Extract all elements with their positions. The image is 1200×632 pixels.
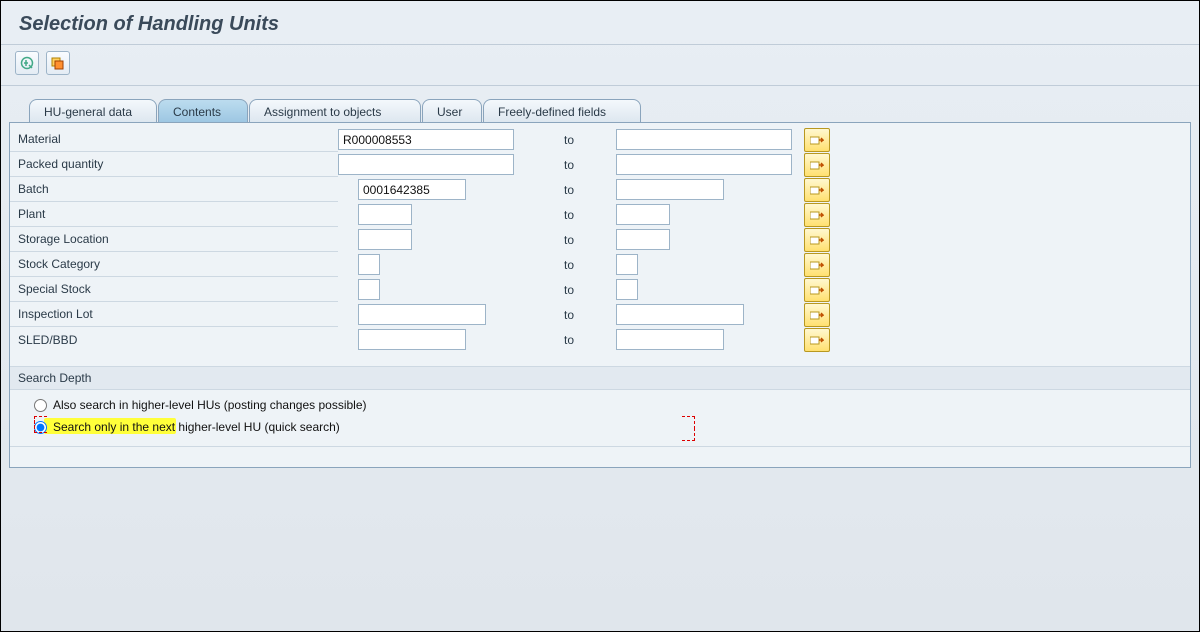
plant-to-input[interactable] xyxy=(616,204,670,225)
special-stock-multiselect-button[interactable] xyxy=(804,278,830,302)
tab-panel-contents: Material to Packed quantity to xyxy=(9,122,1191,468)
plant-multiselect-button[interactable] xyxy=(804,203,830,227)
page-title: Selection of Handling Units xyxy=(1,1,1199,45)
sled-bbd-multiselect-button[interactable] xyxy=(804,328,830,352)
field-label-storage-location: Storage Location xyxy=(10,227,338,252)
field-label-packed-quantity: Packed quantity xyxy=(10,152,338,177)
storage-location-from-input[interactable] xyxy=(358,229,412,250)
packed-quantity-from-input[interactable] xyxy=(338,154,514,175)
radio-label: Also search in higher-level HUs (posting… xyxy=(53,398,367,412)
to-label: to xyxy=(550,258,588,272)
special-stock-from-input[interactable] xyxy=(358,279,380,300)
field-label-stock-category: Stock Category xyxy=(10,252,338,277)
sled-bbd-from-input[interactable] xyxy=(358,329,466,350)
tab-label: Freely-defined fields xyxy=(498,105,606,119)
field-label-sled-bbd: SLED/BBD xyxy=(10,328,338,352)
radio-higher-level-hus-input[interactable] xyxy=(34,399,47,412)
search-depth-group: Search Depth Also search in higher-level… xyxy=(10,366,1190,447)
tab-label: Assignment to objects xyxy=(264,105,381,119)
field-label-inspection-lot: Inspection Lot xyxy=(10,302,338,327)
tab-label: User xyxy=(437,105,462,119)
batch-to-input[interactable] xyxy=(616,179,724,200)
tab-assignment-to-objects[interactable]: Assignment to objects xyxy=(249,99,421,123)
radio-higher-level-hus[interactable]: Also search in higher-level HUs (posting… xyxy=(34,394,1182,416)
search-depth-title: Search Depth xyxy=(10,367,1190,390)
to-label: to xyxy=(550,333,588,347)
toolbar xyxy=(1,45,1199,86)
execute-button[interactable] xyxy=(15,51,39,75)
packed-quantity-multiselect-button[interactable] xyxy=(804,153,830,177)
tab-hu-general-data[interactable]: HU-general data xyxy=(29,99,157,123)
inspection-lot-multiselect-button[interactable] xyxy=(804,303,830,327)
tab-freely-defined-fields[interactable]: Freely-defined fields xyxy=(483,99,641,123)
to-label: to xyxy=(550,233,588,247)
batch-multiselect-button[interactable] xyxy=(804,178,830,202)
material-multiselect-button[interactable] xyxy=(804,128,830,152)
field-label-special-stock: Special Stock xyxy=(10,277,338,302)
stock-category-multiselect-button[interactable] xyxy=(804,253,830,277)
tabstrip: HU-general data Contents Assignment to o… xyxy=(9,96,1191,122)
variant-button[interactable] xyxy=(46,51,70,75)
stock-category-to-input[interactable] xyxy=(616,254,638,275)
stock-category-from-input[interactable] xyxy=(358,254,380,275)
to-label: to xyxy=(550,283,588,297)
tab-label: HU-general data xyxy=(44,105,132,119)
to-label: to xyxy=(550,308,588,322)
special-stock-to-input[interactable] xyxy=(616,279,638,300)
plant-from-input[interactable] xyxy=(358,204,412,225)
field-label-batch: Batch xyxy=(10,177,338,202)
inspection-lot-from-input[interactable] xyxy=(358,304,486,325)
tab-label: Contents xyxy=(173,105,221,119)
tab-contents[interactable]: Contents xyxy=(158,99,248,123)
to-label: to xyxy=(550,208,588,222)
inspection-lot-to-input[interactable] xyxy=(616,304,744,325)
to-label: to xyxy=(550,133,588,147)
radio-label: Search only in the next higher-level HU … xyxy=(53,420,340,434)
field-label-material: Material xyxy=(10,127,338,152)
material-to-input[interactable] xyxy=(616,129,792,150)
radio-next-higher-level-hu[interactable]: Search only in the next higher-level HU … xyxy=(34,416,1182,438)
sled-bbd-to-input[interactable] xyxy=(616,329,724,350)
material-from-input[interactable] xyxy=(338,129,514,150)
to-label: to xyxy=(550,158,588,172)
storage-location-multiselect-button[interactable] xyxy=(804,228,830,252)
storage-location-to-input[interactable] xyxy=(616,229,670,250)
focus-indicator-icon xyxy=(34,416,47,429)
batch-from-input[interactable] xyxy=(358,179,466,200)
tab-user[interactable]: User xyxy=(422,99,482,123)
focus-indicator-icon xyxy=(682,428,695,441)
to-label: to xyxy=(550,183,588,197)
packed-quantity-to-input[interactable] xyxy=(616,154,792,175)
field-label-plant: Plant xyxy=(10,202,338,227)
